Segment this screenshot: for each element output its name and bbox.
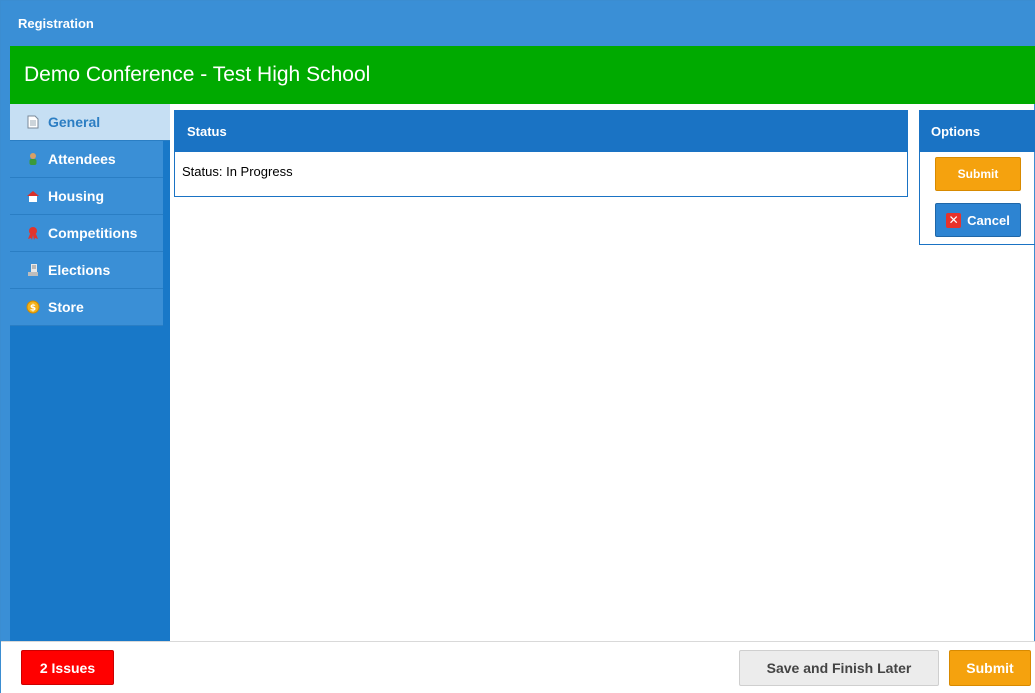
sidebar-item-competitions[interactable]: Competitions xyxy=(10,215,163,252)
house-icon xyxy=(26,189,40,203)
options-panel: Options Submit ✕ Cancel xyxy=(919,110,1035,245)
sidebar-item-label: Competitions xyxy=(48,225,138,241)
status-label: Status: xyxy=(182,164,223,179)
save-and-finish-later-button[interactable]: Save and Finish Later xyxy=(739,650,939,686)
ballot-icon xyxy=(26,263,40,277)
cancel-label: Cancel xyxy=(967,212,1010,228)
sidebar-item-attendees[interactable]: Attendees xyxy=(10,141,163,178)
status-line: Status: In Progress xyxy=(175,152,907,179)
options-cancel-button[interactable]: ✕ Cancel xyxy=(935,203,1021,237)
registration-window: Registration Demo Conference - Test High… xyxy=(0,0,1035,693)
window-left-edge xyxy=(1,1,10,641)
sidebar-item-label: Store xyxy=(48,299,84,315)
conference-banner: Demo Conference - Test High School xyxy=(10,46,1035,104)
close-icon: ✕ xyxy=(946,212,962,228)
options-submit-button[interactable]: Submit xyxy=(935,157,1021,191)
sidebar-item-label: Elections xyxy=(48,262,111,278)
status-panel-header: Status xyxy=(175,111,907,152)
window-title: Registration xyxy=(9,1,1035,46)
sidebar-item-label: General xyxy=(48,114,101,130)
sidebar: General Attendees Housing Competitions E… xyxy=(10,104,170,641)
status-panel: Status Status: In Progress xyxy=(174,110,908,197)
footer-bar: 2 Issues Save and Finish Later Submit xyxy=(1,641,1035,693)
person-icon xyxy=(26,152,40,166)
svg-text:$: $ xyxy=(30,304,36,314)
sidebar-item-elections[interactable]: Elections xyxy=(10,252,163,289)
sidebar-item-general[interactable]: General xyxy=(10,104,170,141)
ribbon-icon xyxy=(26,226,40,240)
issues-button[interactable]: 2 Issues xyxy=(21,650,114,685)
sidebar-item-store[interactable]: $ Store xyxy=(10,289,163,326)
coin-icon: $ xyxy=(26,300,40,314)
document-icon xyxy=(26,115,40,129)
sidebar-item-label: Housing xyxy=(48,188,104,204)
footer-submit-button[interactable]: Submit xyxy=(949,650,1031,686)
sidebar-item-housing[interactable]: Housing xyxy=(10,178,163,215)
status-value: In Progress xyxy=(226,164,293,179)
options-panel-header: Options xyxy=(920,111,1035,152)
sidebar-item-label: Attendees xyxy=(48,151,116,167)
